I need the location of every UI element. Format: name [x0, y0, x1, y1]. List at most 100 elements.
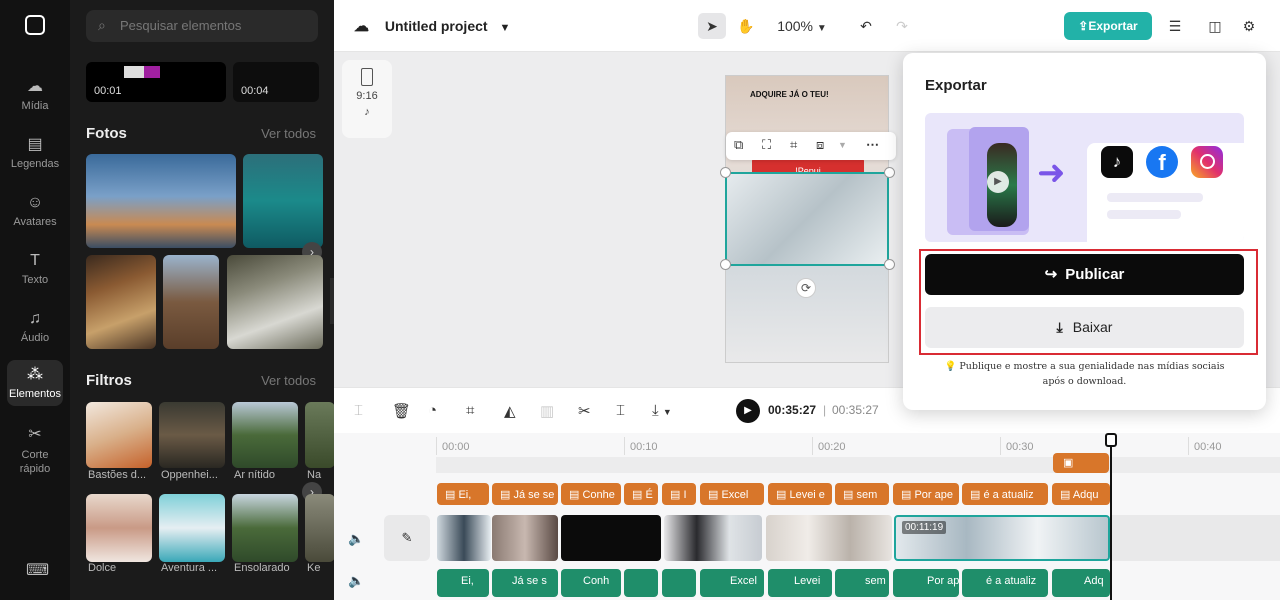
clip-thumbnail[interactable]: 00:04 [233, 62, 319, 102]
playhead-handle[interactable] [1105, 433, 1117, 447]
text-clip[interactable]: ▤ Ei, [437, 483, 489, 505]
video-clip[interactable] [766, 515, 892, 561]
export-icon: ⇪ [1078, 19, 1089, 33]
audio-clip[interactable]: é a atualiz [962, 569, 1048, 597]
play-button[interactable]: ▶ [736, 399, 760, 423]
trim-icon[interactable]: ⌶ [616, 402, 625, 419]
speed-icon[interactable]: ◔ [428, 402, 437, 419]
selected-element[interactable] [725, 172, 889, 266]
search-input[interactable]: ⌕ Pesquisar elementos [86, 10, 318, 42]
resize-handle[interactable] [884, 259, 895, 270]
text-clip[interactable]: ▤ Excel [700, 483, 764, 505]
select-tool-button[interactable]: ➤ [698, 13, 726, 39]
crop-icon[interactable]: ⌗ [466, 402, 474, 419]
speaker-icon[interactable]: 🔈 [348, 531, 364, 547]
split-icon[interactable]: ⌶ [354, 402, 363, 419]
video-clip-selected[interactable]: 00:11:19 [894, 515, 1110, 561]
rail-item-text[interactable]: T Texto [0, 252, 70, 286]
text-clip[interactable]: ▤ Por ape [893, 483, 959, 505]
photo-thumbnail[interactable] [243, 154, 323, 248]
redo-button[interactable]: ↷ [888, 13, 916, 39]
rail-item-avatars[interactable]: ☺ Avatares [0, 194, 70, 228]
speaker-icon[interactable]: 🔈 [348, 573, 364, 589]
video-clip[interactable] [492, 515, 558, 561]
text-clip[interactable]: ▤ sem [835, 483, 889, 505]
chevron-down-icon[interactable]: ▼ [838, 140, 847, 150]
text-clip[interactable]: ▤ Conhe [561, 483, 621, 505]
delete-icon[interactable]: 🗑 [392, 402, 411, 420]
photos-see-all-link[interactable]: Ver todos [261, 126, 316, 141]
filter-thumbnail[interactable] [305, 402, 334, 468]
rail-item-quick-cut[interactable]: ✂ Corte rápido [0, 426, 70, 476]
crop-icon[interactable]: ⌗ [790, 137, 797, 153]
audio-clip[interactable] [662, 569, 696, 597]
export-button[interactable]: ⇪Exportar [1064, 12, 1152, 40]
filter-thumbnail[interactable] [86, 494, 152, 562]
edit-cover-button[interactable]: ✎ [384, 515, 430, 561]
rotate-handle-icon[interactable]: ⟳ [796, 278, 816, 298]
filter-thumbnail[interactable] [159, 494, 225, 562]
audio-clip[interactable]: Ei, [437, 569, 489, 597]
playhead[interactable] [1110, 433, 1112, 600]
filter-thumbnail[interactable] [159, 402, 225, 468]
filter-thumbnail[interactable] [232, 494, 298, 562]
filter-thumbnail[interactable] [232, 402, 298, 468]
audio-clip[interactable]: Levei [768, 569, 832, 597]
scissors-icon: ✂ [28, 426, 42, 443]
video-clip[interactable] [561, 515, 661, 561]
clip-thumbnail[interactable]: 00:01 [86, 62, 226, 102]
instagram-icon [1191, 146, 1223, 178]
keyboard-shortcuts-button[interactable]: ⌨ [0, 562, 70, 584]
more-icon[interactable]: ⋯ [866, 137, 879, 153]
resize-handle[interactable] [720, 259, 731, 270]
app-logo-icon[interactable] [25, 15, 45, 35]
text-clip[interactable]: ▤ é a atualiz [962, 483, 1048, 505]
smart-crop-icon[interactable]: ⛶ [762, 137, 771, 153]
photo-thumbnail[interactable] [227, 255, 323, 349]
photo-thumbnail[interactable] [163, 255, 219, 349]
audio-clip[interactable]: Já se s [492, 569, 558, 597]
rail-item-media[interactable]: ☁ Mídia [0, 78, 70, 112]
clip-label: sem [865, 575, 886, 587]
text-clip[interactable]: ▤ Já se se [492, 483, 558, 505]
text-clip[interactable]: ▤ I [662, 483, 696, 505]
photo-thumbnail[interactable] [86, 255, 156, 349]
text-clip[interactable]: ▤ É [624, 483, 658, 505]
rail-item-captions[interactable]: ▤ Legendas [0, 136, 70, 170]
rail-item-label: Legendas [10, 158, 60, 170]
rail-item-elements[interactable]: ⁂ Elementos [7, 360, 63, 406]
settings-button[interactable]: ⚙ [1236, 13, 1262, 39]
replace-image-icon[interactable]: ⧉ [734, 137, 743, 153]
hand-tool-button[interactable]: ✋ [732, 13, 760, 39]
video-clip[interactable] [437, 515, 491, 561]
audio-clip[interactable]: Conh [561, 569, 621, 597]
layout-button[interactable]: ◫ [1202, 13, 1228, 39]
video-clip[interactable] [664, 515, 762, 561]
audio-clip[interactable]: Por ap [893, 569, 959, 597]
scissors-icon[interactable]: ✂ [578, 402, 591, 420]
filters-see-all-link[interactable]: Ver todos [261, 373, 316, 388]
layers-button[interactable]: ☰ [1162, 13, 1188, 39]
text-clip[interactable]: ▤ Levei e [768, 483, 832, 505]
audio-clip[interactable]: Adq [1052, 569, 1110, 597]
filter-thumbnail[interactable] [86, 402, 152, 468]
aspect-ratio-button[interactable]: 9:16 ♪ [342, 60, 392, 138]
download-icon[interactable]: ⤓ ▼ [652, 402, 672, 419]
audio-clip[interactable]: sem [835, 569, 889, 597]
audio-clip[interactable] [624, 569, 658, 597]
photo-thumbnail[interactable] [86, 154, 236, 248]
resize-handle[interactable] [720, 167, 731, 178]
text-clip[interactable]: ▣ [1053, 453, 1109, 473]
play-icon: ▶ [987, 171, 1009, 193]
freeze-icon[interactable]: ▥ [540, 402, 554, 420]
zoom-dropdown[interactable]: 100% ▼ [774, 13, 830, 39]
rail-item-audio[interactable]: ♫ Áudio [0, 310, 70, 344]
transform-icon[interactable]: ⧈ [816, 137, 824, 153]
resize-handle[interactable] [884, 167, 895, 178]
audio-clip[interactable]: Excel [700, 569, 764, 597]
filter-thumbnail[interactable] [305, 494, 334, 562]
undo-button[interactable]: ↶ [852, 13, 880, 39]
flip-icon[interactable]: ◭ [504, 402, 516, 420]
project-title[interactable]: ☁ Untitled project ▼ [354, 17, 510, 35]
text-clip[interactable]: ▤ Adqu [1052, 483, 1110, 505]
